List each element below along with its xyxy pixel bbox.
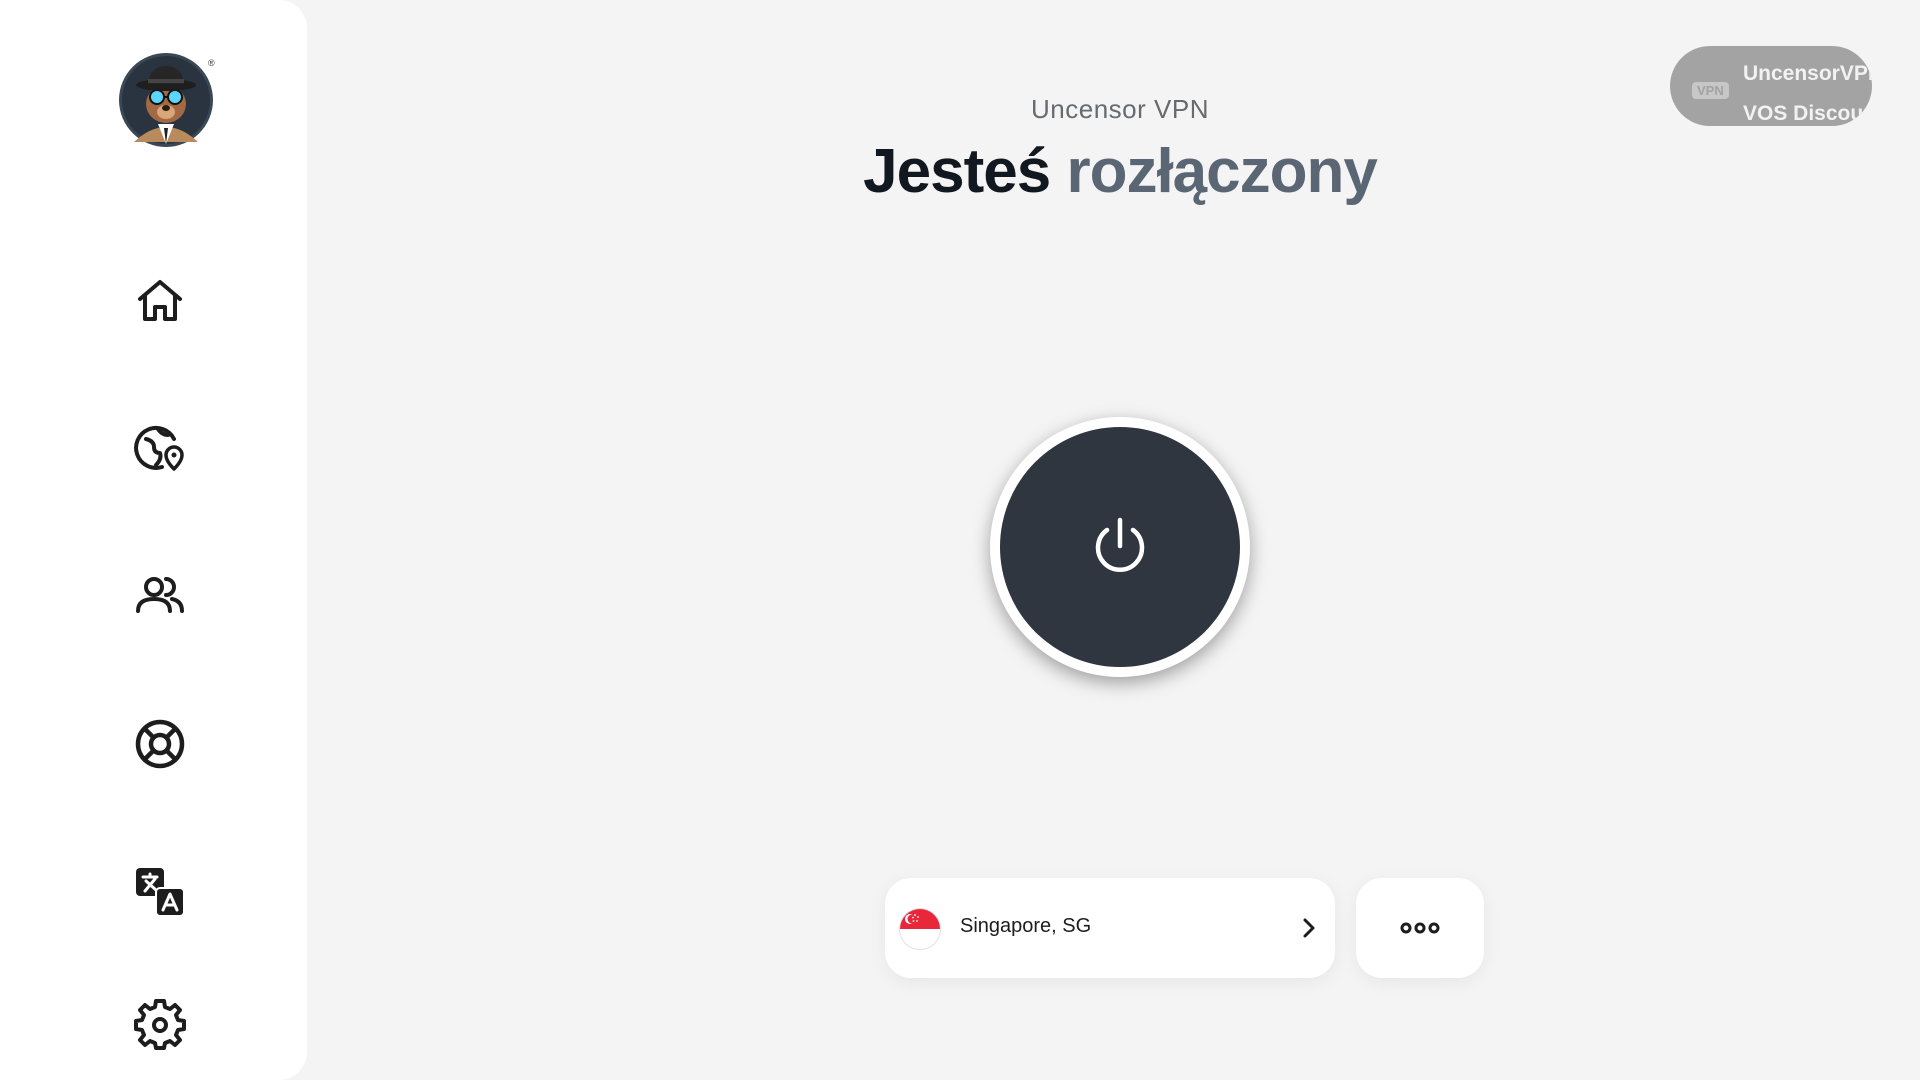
promo-subtitle: VOS Discount xyxy=(1743,102,1872,125)
home-icon xyxy=(138,280,182,321)
nav-locations[interactable] xyxy=(128,415,192,479)
lifebuoy-icon xyxy=(135,719,185,769)
nav-home[interactable] xyxy=(128,269,192,333)
location-selector[interactable]: Singapore, SG xyxy=(885,878,1335,978)
power-icon xyxy=(1095,517,1145,572)
status-prefix: Jesteś xyxy=(863,137,1051,206)
more-options-button[interactable] xyxy=(1356,878,1484,978)
singapore-flag xyxy=(899,908,941,950)
chevron-right-icon xyxy=(1303,918,1315,938)
more-dots-icon xyxy=(1400,922,1440,934)
nav-support[interactable] xyxy=(128,712,192,776)
power-button-face xyxy=(1000,427,1240,667)
translate-icon xyxy=(136,868,185,917)
promo-badge[interactable]: VPN UncensorVPN VOS Discount xyxy=(1670,46,1872,126)
power-button[interactable] xyxy=(990,417,1250,677)
globe-location-icon xyxy=(134,425,184,471)
users-icon xyxy=(136,577,184,613)
location-label: Singapore, SG xyxy=(960,915,1092,937)
status-state: rozłączony xyxy=(1066,137,1377,206)
app-name: Uncensor VPN xyxy=(1031,94,1209,124)
registered-mark: ® xyxy=(208,58,215,68)
vpn-tag: VPN xyxy=(1692,82,1729,99)
gear-icon xyxy=(134,999,186,1050)
nav-settings[interactable] xyxy=(128,992,192,1056)
nav-language[interactable] xyxy=(128,860,192,924)
nav-community[interactable] xyxy=(128,563,192,627)
promo-title: UncensorVPN xyxy=(1743,62,1872,85)
connection-status: Jesteś rozłączony xyxy=(0,136,1920,207)
vpn-app: ® Uncensor VPN Jesteś rozłączony VPN Unc… xyxy=(0,0,1920,1080)
